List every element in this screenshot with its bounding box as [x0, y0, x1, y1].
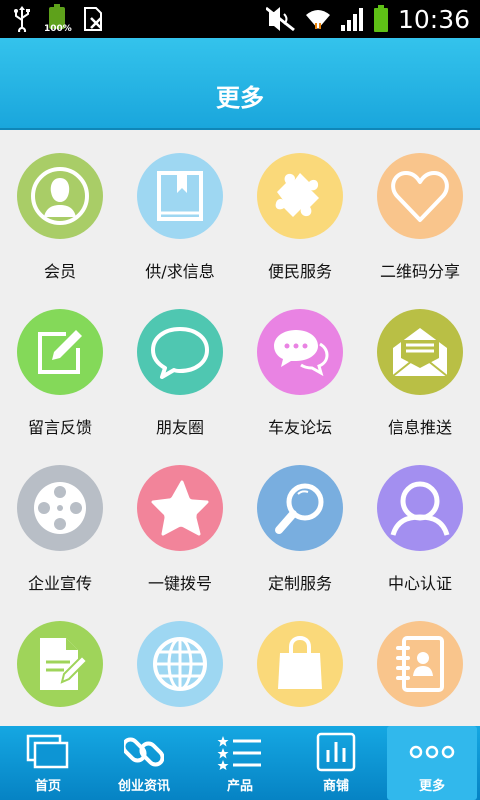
- grid-item-label: 一键拨号: [147, 574, 212, 593]
- battery-icon: [373, 5, 389, 33]
- grid-item-supply-demand[interactable]: 供/求信息: [120, 130, 240, 286]
- sim-icon: [82, 6, 106, 32]
- signal-icon: [340, 6, 364, 32]
- document-edit-icon: [17, 621, 103, 707]
- grid-item-label: 中心认证: [387, 574, 452, 593]
- wifi-icon: [305, 6, 331, 32]
- chat-bubble-icon: [137, 309, 223, 395]
- bottom-tab-bar: 首页 创业资讯 产品 商铺 更多: [0, 726, 480, 800]
- grid-item-label: 二维码分享: [379, 262, 460, 281]
- star-icon: [137, 465, 223, 551]
- grid-item-push-messages[interactable]: 信息推送: [360, 286, 480, 442]
- grid-item-promotion[interactable]: 企业宣传: [0, 442, 120, 598]
- globe-icon: [137, 621, 223, 707]
- tab-label: 商铺: [322, 779, 349, 794]
- grid-item-label: 朋友圈: [155, 418, 204, 437]
- mute-icon: [265, 6, 296, 32]
- grid-item-moments[interactable]: 朋友圈: [120, 286, 240, 442]
- shopping-bag-icon: [257, 621, 343, 707]
- battery-full-icon: 100%: [44, 4, 72, 34]
- tab-label: 更多: [418, 779, 445, 794]
- grid-item-feedback[interactable]: 留言反馈: [0, 286, 120, 442]
- grid-item-website[interactable]: [120, 598, 240, 726]
- usb-icon: [12, 6, 32, 32]
- tab-products[interactable]: 产品: [192, 726, 288, 800]
- grid-item-label: 信息推送: [387, 418, 452, 437]
- grid-item-forum[interactable]: 车友论坛: [240, 286, 360, 442]
- list-icon: [192, 732, 288, 772]
- status-bar: 100% 10:36: [0, 0, 480, 38]
- grid-item-label: 定制服务: [267, 574, 332, 593]
- feature-grid: 会员 供/求信息 便民服务 二维码分享 留言反馈 朋友圈 车友论坛 信息推送 企…: [0, 130, 480, 726]
- windows-icon: [0, 732, 96, 772]
- more-dots-icon: [387, 732, 477, 772]
- grid-item-label: 车友论坛: [267, 418, 332, 437]
- grid-item-center-certification[interactable]: 中心认证: [360, 442, 480, 598]
- member-icon: [17, 153, 103, 239]
- grid-item-member[interactable]: 会员: [0, 130, 120, 286]
- grid-item-qrcode-share[interactable]: 二维码分享: [360, 130, 480, 286]
- edit-icon: [17, 309, 103, 395]
- mail-icon: [377, 309, 463, 395]
- contacts-book-icon: [377, 621, 463, 707]
- tab-label: 创业资讯: [117, 779, 170, 794]
- grid-item-label: 企业宣传: [27, 574, 92, 593]
- grid-item-label: 会员: [43, 262, 76, 281]
- grid-item-label: 留言反馈: [27, 418, 92, 437]
- bar-chart-icon: [288, 732, 384, 772]
- search-icon: [257, 465, 343, 551]
- grid-item-label: 便民服务: [267, 262, 332, 281]
- grid-item-shop[interactable]: [240, 598, 360, 726]
- battery-percent: 100%: [44, 24, 72, 34]
- book-icon: [137, 153, 223, 239]
- film-reel-icon: [17, 465, 103, 551]
- grid-item-label: 供/求信息: [145, 262, 215, 281]
- puzzle-icon: [257, 153, 343, 239]
- heart-icon: [377, 153, 463, 239]
- link-icon: [96, 732, 192, 772]
- grid-item-convenience-services[interactable]: 便民服务: [240, 130, 360, 286]
- tab-label: 产品: [226, 779, 253, 794]
- tab-home[interactable]: 首页: [0, 726, 96, 800]
- grid-item-contacts[interactable]: [360, 598, 480, 726]
- grid-item-document[interactable]: [0, 598, 120, 726]
- tab-shops[interactable]: 商铺: [288, 726, 384, 800]
- tab-startup-news[interactable]: 创业资讯: [96, 726, 192, 800]
- tab-more[interactable]: 更多: [387, 726, 477, 800]
- forum-chat-icon: [257, 309, 343, 395]
- clock: 10:36: [397, 4, 470, 34]
- tab-label: 首页: [34, 779, 61, 794]
- user-icon: [377, 465, 463, 551]
- grid-item-custom-service[interactable]: 定制服务: [240, 442, 360, 598]
- grid-item-one-click-dial[interactable]: 一键拨号: [120, 442, 240, 598]
- page-header: 更多: [0, 38, 480, 130]
